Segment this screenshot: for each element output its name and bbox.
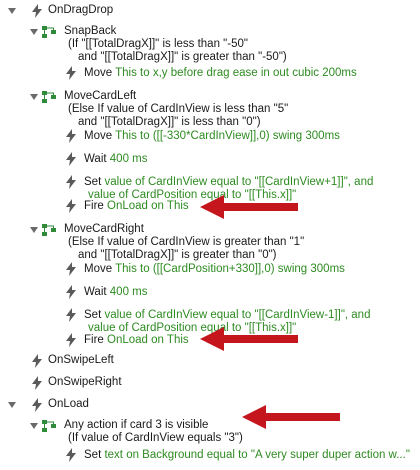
action-detail: value of CardInView equal to "[[CardInVi… [104,176,374,188]
action-lightning-icon [66,448,76,462]
action-verb: Fire [84,334,104,346]
action-lightning-icon [66,262,76,276]
action-detail: 400 ms [109,286,148,298]
chevron-down-icon[interactable] [8,402,16,408]
lightning-icon [32,4,42,18]
lightning-icon [32,376,42,390]
chevron-down-icon[interactable] [8,8,16,14]
action-detail: This to ([[-330*CardInView]],0) swing 30… [115,130,340,142]
event-label: OnSwipeRight [48,376,122,388]
lightning-icon [32,354,42,368]
case-condition-line-1: (Else If value of CardInView is less tha… [68,103,289,115]
action-lightning-icon [66,199,76,213]
action-lightning-icon [66,333,76,347]
annotation-arrow [200,195,298,219]
case-movecardleft[interactable]: MoveCardLeft (Else If value of CardInVie… [0,88,420,128]
case-condition-line-1: (If "[[TotalDragX]]" is less than "-50" [68,38,248,50]
action-lightning-icon [66,308,76,322]
action-detail: text on Background equal to "A very supe… [104,449,410,461]
action-verb: Move [84,67,113,79]
case-flow-icon [42,26,56,38]
action-lightning-icon [66,152,76,166]
chevron-down-icon[interactable] [30,29,38,35]
action-verb: Fire [84,200,104,212]
case-condition-line-2: and "[[TotalDragX]]" is greater than "0"… [78,249,277,261]
case-snapback[interactable]: SnapBack (If "[[TotalDragX]]" is less th… [0,23,420,63]
action-detail: OnLoad on This [107,200,189,212]
annotation-arrow [242,405,340,429]
action-verb: Set [84,176,102,188]
action-lightning-icon [66,66,76,80]
event-onload[interactable]: OnLoad [0,396,420,414]
event-onswipeleft[interactable]: OnSwipeLeft [0,352,420,370]
action-verb: Move [84,263,113,275]
case-label: Any action if card 3 is visible [64,419,209,431]
action-detail: This to ([[CardPosition+330]],0) swing 3… [115,263,345,275]
action-detail: This to x,y before drag ease in out cubi… [115,67,357,79]
lightning-icon [32,398,42,412]
case-condition-line-1: (Else If value of CardInView is greater … [68,236,305,248]
action-verb: Wait [84,153,107,165]
action-verb: Set [84,449,102,461]
case-flow-icon [42,420,56,432]
case-label: MoveCardRight [64,223,144,235]
event-label: OnLoad [48,398,89,410]
event-label: OnSwipeLeft [48,354,114,366]
case-condition-line-2: and "[[TotalDragX]]" is less than "0") [78,116,261,128]
case-label: SnapBack [64,25,117,37]
action-detail: OnLoad on This [107,334,189,346]
action-wait[interactable]: Wait 400 ms [0,284,420,300]
annotation-arrow [200,327,298,351]
action-verb: Wait [84,286,107,298]
case-label: MoveCardLeft [64,90,137,102]
action-detail: 400 ms [109,153,148,165]
event-onswiperight[interactable]: OnSwipeRight [0,374,420,392]
case-flow-icon [42,224,56,236]
action-wait[interactable]: Wait 400 ms [0,151,420,167]
case-any-action-card-3[interactable]: Any action if card 3 is visible (If valu… [0,417,420,445]
action-lightning-icon [66,129,76,143]
action-move[interactable]: Move This to x,y before drag ease in out… [0,65,420,81]
action-detail: value of CardInView equal to "[[CardInVi… [104,309,371,321]
action-set[interactable]: Set text on Background equal to "A very … [0,447,420,463]
chevron-down-icon[interactable] [30,227,38,233]
action-lightning-icon [66,285,76,299]
action-move[interactable]: Move This to ([[CardPosition+330]],0) sw… [0,261,420,277]
chevron-down-icon[interactable] [30,423,38,429]
case-flow-icon [42,91,56,103]
action-lightning-icon [66,175,76,189]
case-condition-line-1: (If value of CardInView equals "3") [68,432,243,444]
action-move[interactable]: Move This to ([[-330*CardInView]],0) swi… [0,128,420,144]
case-movecardright[interactable]: MoveCardRight (Else If value of CardInVi… [0,221,420,261]
action-verb: Move [84,130,113,142]
event-label: OnDragDrop [48,4,114,16]
case-condition-line-2: and "[[TotalDragX]]" is greater than "-5… [78,51,287,63]
action-verb: Set [84,309,102,321]
event-ondragdrop[interactable]: OnDragDrop [0,2,420,20]
chevron-down-icon[interactable] [30,94,38,100]
